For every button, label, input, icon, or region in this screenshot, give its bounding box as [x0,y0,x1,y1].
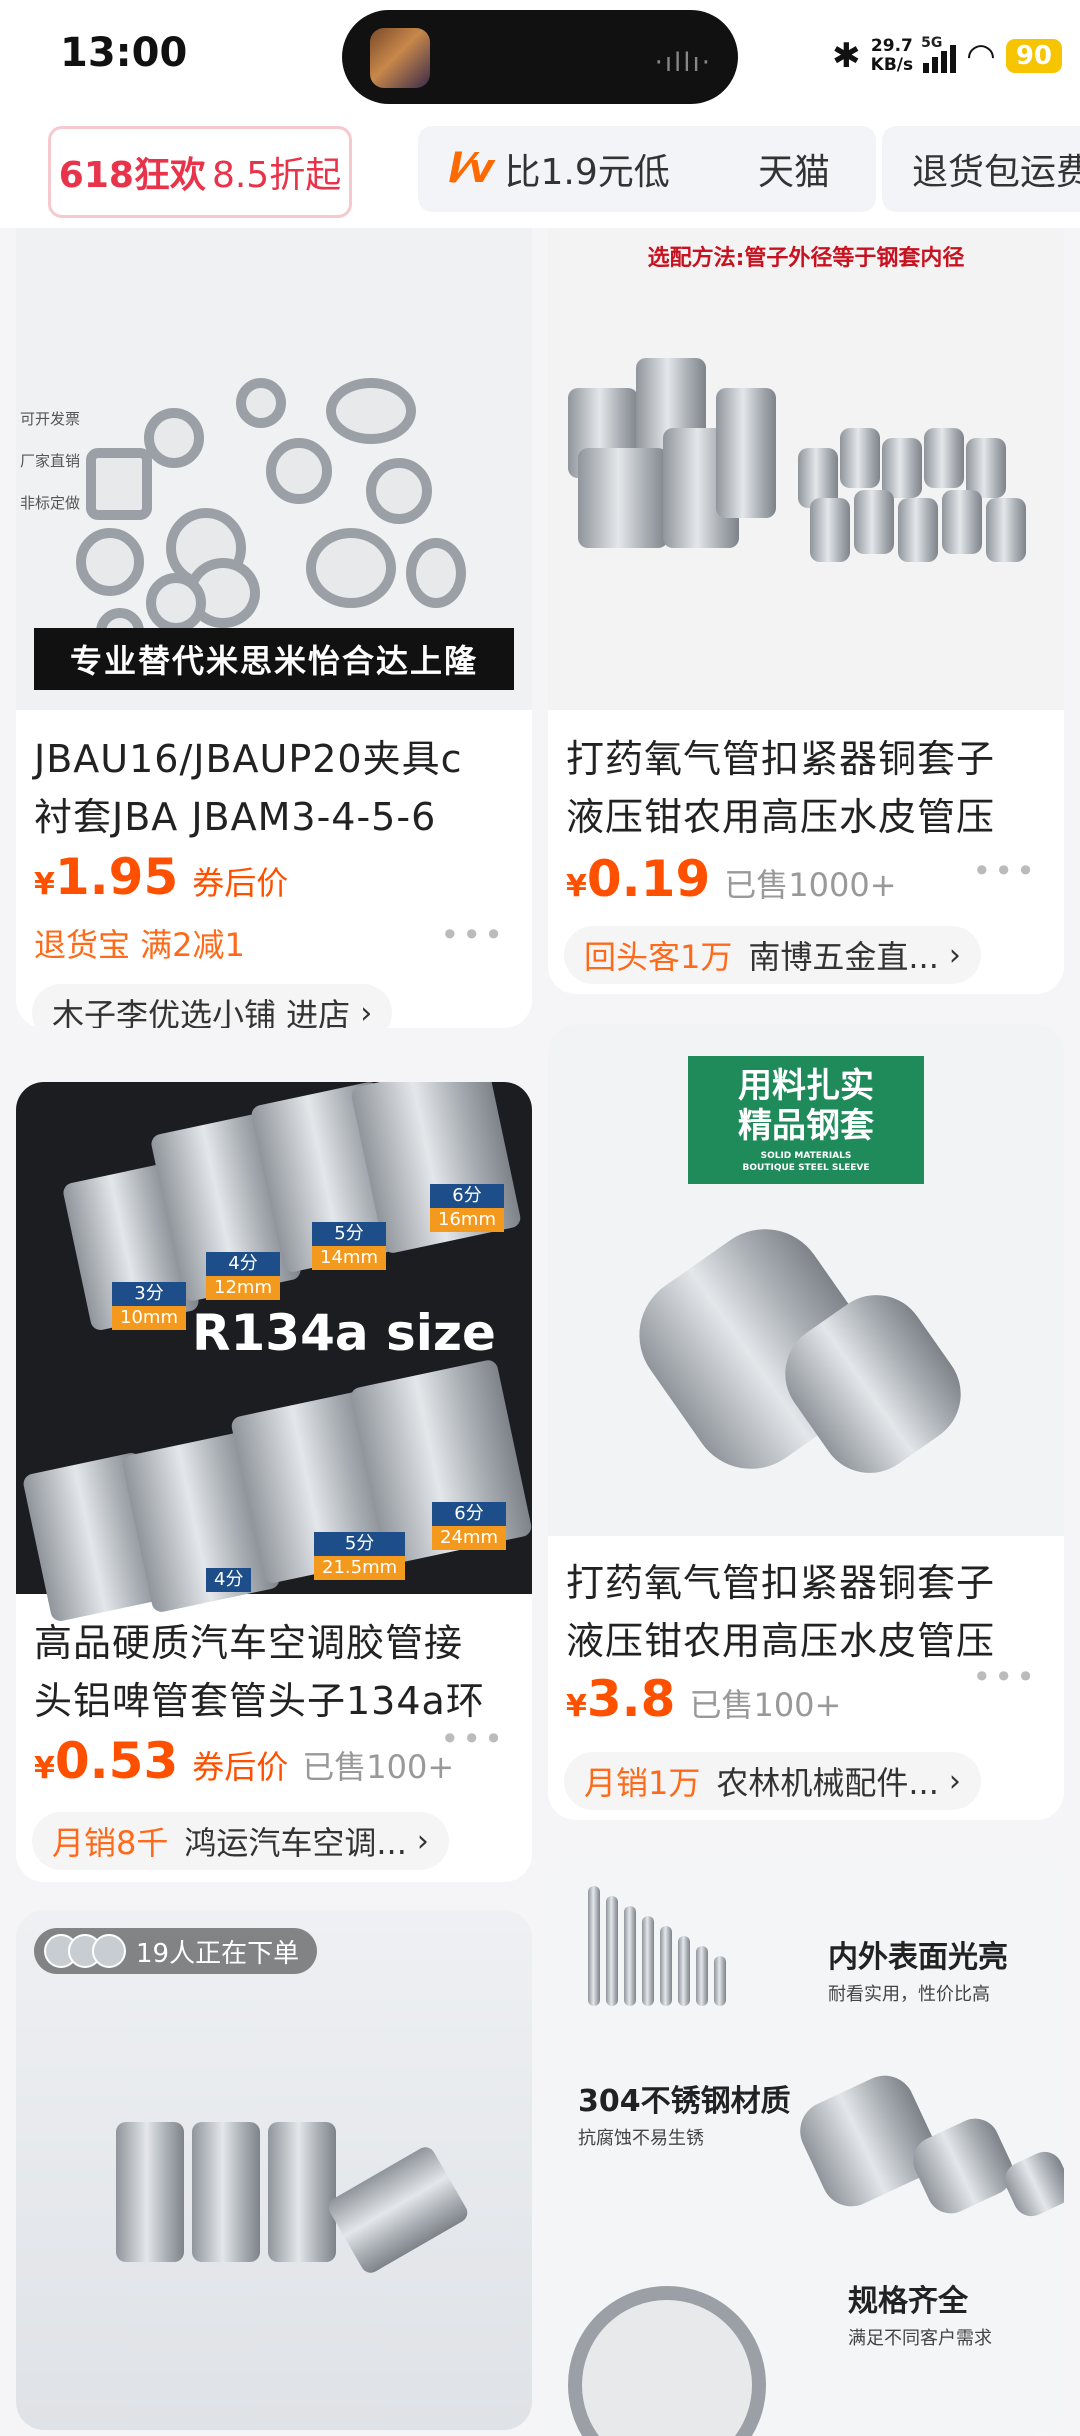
status-bar: 13:00 ·ıllı· ✱ 29.7 KB/s 5G ◠ 90 [0,0,1080,112]
promo-tags: 退货宝 满2减1 [34,926,245,964]
chevron-right-icon: › [360,995,373,1029]
buyer-avatars [44,1934,126,1968]
wifi-icon: ◠ [966,36,996,76]
image-header: 选配方法:管子外径等于钢套内径 [647,246,965,271]
filter-tmall[interactable]: 天猫 [728,126,876,212]
product-image: R134a size 3分 10mm 4分 12mm 5分 14mm 6分 16mm 4… [16,1082,532,1623]
product-image: 可开发票 厂家直销 非标定做 专业替代米思米怡合达上隆 [16,228,532,710]
image-label-box: 用料扎实 精品钢套 SOLID MATERIALS BOUTIQUE STEEL… [688,1056,924,1184]
product-image [16,1910,532,2430]
image-banner: 专业替代米思米怡合达上隆 [34,628,514,690]
feature-1: 内外表面光亮 耐看实用，性价比高 [828,1940,1008,2005]
product-card[interactable]: 19人正在下单 [16,1910,532,2430]
product-card[interactable]: R134a size 3分 10mm 4分 12mm 5分 14mm 6分 16mm 4… [16,1082,532,1882]
shop-link[interactable]: 月销8千 鸿运汽车空调... › [32,1812,449,1870]
product-title: JBAU16/JBAUP20夹具c 衬套JBA JBAM3-4-5-6 [34,737,463,839]
network-speed: 29.7 KB/s [870,36,914,75]
price-compare-logo-icon: l⁄v [448,146,495,192]
chevron-right-icon: › [948,937,961,973]
image-side-notes: 可开发票 厂家直销 非标定做 [20,410,81,512]
feature-3: 规格齐全 满足不同客户需求 [848,2284,992,2349]
product-title: 打药氧气管扣紧器铜套子 液压钳农用高压水皮管压 [566,1561,996,1663]
shop-link[interactable]: 回头客1万 南博五金直... › [564,926,981,984]
chevron-right-icon: › [416,1823,429,1859]
product-price: ¥ 0.53 券后价 已售100+ [34,1732,455,1790]
bluetooth-icon: ✱ [832,36,861,76]
live-orders-badge: 19人正在下单 [34,1928,318,1974]
tubes-illustration [588,1886,738,2006]
product-image: 选配方法:管子外径等于钢套内径 [548,228,1064,710]
feature-2: 304不锈钢材质 抗腐蚀不易生锈 [578,2084,791,2149]
product-image: 用料扎实 精品钢套 SOLID MATERIALS BOUTIQUE STEEL… [548,1024,1064,1536]
filter-free-return-shipping[interactable]: 退货包运费 [882,126,1080,212]
product-price: ¥ 3.8 已售100+ [566,1670,842,1728]
product-card[interactable]: 用料扎实 精品钢套 SOLID MATERIALS BOUTIQUE STEEL… [548,1024,1064,1820]
dynamic-island[interactable]: ·ıllı· [342,10,738,104]
audio-wave-icon: ·ıllı· [654,48,712,78]
product-price: ¥ 0.19 已售1000+ [566,850,897,908]
media-thumbnail [370,28,430,88]
more-options-icon[interactable]: ••• [440,1720,506,1758]
filter-bar: 618狂欢 8.5折起 l⁄v 比1.9元低 天猫 退货包运费 [0,112,1080,228]
more-options-icon[interactable]: ••• [972,1658,1038,1696]
product-image: 内外表面光亮 耐看实用，性价比高 304不锈钢材质 抗腐蚀不易生锈 规格齐全 满… [548,1856,1064,2436]
product-price: ¥ 1.95 券后价 [34,848,289,906]
filter-618-sale[interactable]: 618狂欢 8.5折起 [48,126,352,218]
image-caption: R134a size [192,1304,496,1362]
filter-lower-price[interactable]: l⁄v 比1.9元低 [418,126,778,212]
chevron-right-icon: › [948,1763,961,1799]
more-options-icon[interactable]: ••• [972,852,1038,890]
cellular-signal-icon: 5G [921,35,957,73]
product-card[interactable]: 可开发票 厂家直销 非标定做 专业替代米思米怡合达上隆 JBAU16/JBAUP… [16,228,532,1028]
product-card[interactable]: 内外表面光亮 耐看实用，性价比高 304不锈钢材质 抗腐蚀不易生锈 规格齐全 满… [548,1856,1064,2436]
product-card[interactable]: 选配方法:管子外径等于钢套内径 打药氧气管扣紧器铜套子 液压钳农用高压水皮管压 … [548,228,1064,994]
shop-link[interactable]: 月销1万 农林机械配件... › [564,1752,981,1810]
shop-link[interactable]: 木子李优选小铺 进店 › [32,984,393,1029]
battery-indicator: 90 [1005,39,1062,73]
more-options-icon[interactable]: ••• [440,916,506,954]
product-title: 打药氧气管扣紧器铜套子 液压钳农用高压水皮管压 [566,737,996,839]
product-title: 高品硬质汽车空调胶管接 头铝啤管套管头子134a环 [34,1621,485,1723]
clock: 13:00 [60,30,188,76]
